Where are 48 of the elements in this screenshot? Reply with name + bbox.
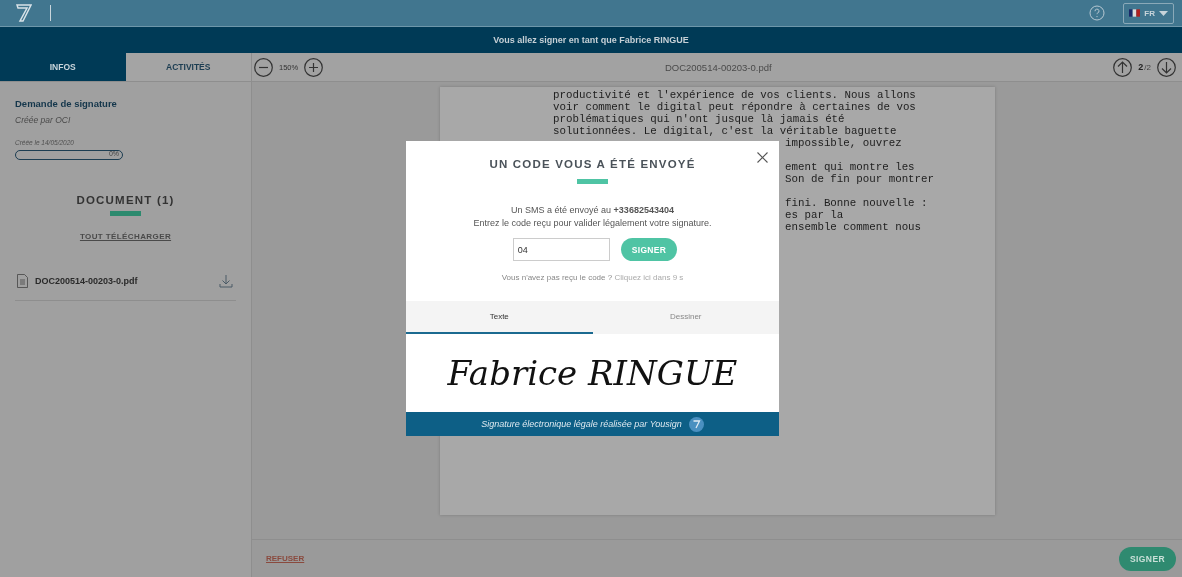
sign-button[interactable]: SIGNER xyxy=(620,238,678,261)
arrow-down-icon[interactable] xyxy=(1157,57,1176,77)
signature-tab[interactable]: Dessiner xyxy=(592,301,779,334)
footer-text: Signature électronique légale réalisée par Yousign xyxy=(481,419,682,429)
document-title: DOC200514-00203-0.pdf xyxy=(663,61,773,73)
dialog-title: UN CODE VOUS A ÉTÉ ENVOYÉ xyxy=(489,158,696,170)
sidebar-tab[interactable]: INFOS xyxy=(0,53,126,82)
document-text-line: Son de fin pour montrer xyxy=(785,173,935,185)
document-text-line: solutionnées. Le digital, c'est la véritable baguette xyxy=(553,125,898,137)
document-text-line: voir comment le digital peut répondre à certaines de vos xyxy=(553,101,917,113)
zoom-in-icon[interactable] xyxy=(304,57,324,77)
document-icon xyxy=(17,274,28,288)
document-text-line: ement qui montre les xyxy=(785,161,915,173)
request-title: Demande de signature xyxy=(15,98,118,109)
document-text-line: impossible, ouvrez xyxy=(785,137,902,149)
language-dropdown[interactable]: FR xyxy=(1123,2,1174,24)
resend-link[interactable]: Cliquez ici dans 9 s xyxy=(614,273,684,282)
download-all-link[interactable]: TOUT TÉLÉCHARGER xyxy=(79,232,172,241)
sidebar-tab[interactable]: ACTIVITÉS xyxy=(125,53,251,82)
download-icon[interactable] xyxy=(219,274,233,288)
sms-message: Un SMS a été envoyé au +33682543404 xyxy=(511,205,674,215)
file-name[interactable]: DOC200514-00203-0.pdf xyxy=(35,276,212,286)
banner-text: Vous allez signer en tant que Fabrice RINGUE xyxy=(493,35,689,45)
document-text-line: productivité et l'expérience de vos clients. Nous allons xyxy=(553,89,917,101)
logo-icon xyxy=(688,416,704,432)
flag-icon xyxy=(1129,9,1141,17)
document-text-line: fini. Bonne nouvelle : xyxy=(785,197,928,209)
arrow-up-icon[interactable] xyxy=(1113,57,1133,77)
creator-text: Créée par OCI xyxy=(15,115,72,125)
accent-bar xyxy=(110,211,141,216)
accent-bar xyxy=(577,179,608,184)
document-text-line: ensemble comment nous xyxy=(785,221,922,233)
sign-button[interactable]: SIGNER xyxy=(1119,546,1176,571)
documents-heading: DOCUMENT (1) xyxy=(76,194,175,206)
code-field[interactable]: 04 xyxy=(512,238,610,261)
resend-text: Vous n'avez pas reçu le code ? xyxy=(501,273,613,282)
zoom-out-icon[interactable] xyxy=(254,57,273,77)
signature-tab[interactable]: Texte xyxy=(406,301,593,334)
document-text-line: problématiques qui n'ont jusque là jamais été xyxy=(553,113,846,125)
close-icon[interactable] xyxy=(757,152,768,163)
page-count: /2 xyxy=(1144,62,1151,72)
instruction-text: Entrez le code reçu pour valider légalement votre signature. xyxy=(473,218,712,228)
caret-icon xyxy=(1159,10,1168,16)
page-number: 2 xyxy=(1138,62,1144,72)
document-text-line: es par la xyxy=(785,209,844,221)
signature-text: Fabrice RINGUE xyxy=(447,353,738,393)
refuse-link[interactable]: REFUSER xyxy=(266,554,305,563)
logo-icon xyxy=(16,4,32,22)
